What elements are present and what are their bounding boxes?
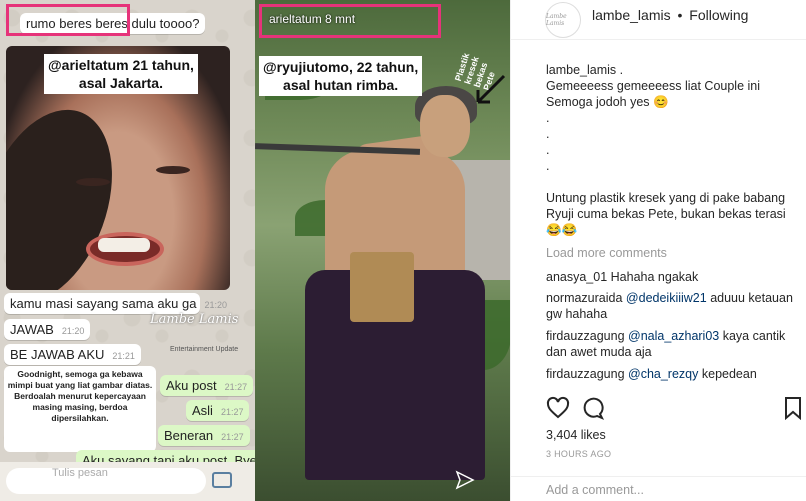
camera-icon [212, 472, 232, 488]
bookmark-icon[interactable] [782, 396, 804, 420]
comment: firdauzzagung @cha_rezqy kepedean [546, 366, 796, 382]
comment-user[interactable]: anasya_01 [546, 270, 607, 284]
bubble-text: Beneran [164, 428, 214, 443]
bubble-text: Asli [192, 403, 213, 418]
chat-screenshot: rumo beres beres dulu toooo? @arieltatum… [0, 0, 255, 501]
heart-icon[interactable] [546, 396, 570, 420]
add-comment-input[interactable] [546, 483, 786, 497]
comment-mention[interactable]: @dedeikiiiw21 [626, 291, 707, 305]
comment-text: kepedean [701, 367, 757, 381]
bubble-text: BE JAWAB AKU [10, 347, 105, 362]
bubble-text: kamu masi sayang sama aku ga [10, 296, 197, 311]
instagram-post-view: rumo beres beres dulu toooo? @arieltatum… [0, 0, 806, 501]
bubble-text: JAWAB [10, 322, 54, 337]
comment: normazuraida @dedeikiiiw21 aduuu ketauan… [546, 290, 796, 322]
chat-bubble: JAWAB 21:20 [4, 319, 91, 340]
caption-line: lambe_lamis . [546, 63, 624, 77]
caption-line [546, 174, 802, 190]
photo-caption-left: @arieltatum 21 tahun, asal Jakarta. [44, 54, 198, 94]
loincloth-shape [350, 252, 414, 322]
send-icon[interactable] [455, 470, 475, 490]
chat-bubble-out: Asli 21:27 [186, 400, 250, 421]
bubble-time: 21:20 [204, 300, 227, 310]
separator: • [677, 7, 683, 23]
head-shape [420, 95, 470, 157]
caption-line: . [546, 159, 550, 173]
caption-line: . [546, 111, 550, 125]
highlight-box-left [6, 4, 130, 36]
likes-count[interactable]: 3,404 likes [546, 428, 606, 442]
bubble-time: 21:20 [61, 326, 85, 336]
chat-bubble: BE JAWAB AKU 21:21 [4, 344, 141, 365]
add-comment-bar [511, 476, 806, 501]
caption-line: Semoga jodoh yes 😊 [546, 95, 669, 109]
caption-line: Gemeeeess gemeeeess liat Couple ini [546, 79, 761, 93]
caption-line: . [546, 127, 550, 141]
comment: firdauzzagung @nala_azhari03 kaya cantik… [546, 328, 796, 360]
caption-line: . [546, 143, 550, 157]
bubble-time: 21:21 [112, 351, 135, 361]
chat-input-bar: Tulis pesan [0, 462, 255, 501]
highlight-box-right [259, 4, 441, 38]
post-time[interactable]: 3 HOURS AGO [546, 449, 611, 459]
arrow-icon [476, 74, 506, 104]
teeth-shape [98, 238, 150, 252]
comment-text: Hahaha ngakak [610, 270, 699, 284]
avatar-text: Lambe Lamis [546, 13, 567, 27]
eye-shape [76, 178, 110, 186]
photo-caption-right: @ryujiutomo, 22 tahun, asal hutan rimba. [259, 56, 423, 96]
bubble-time: 21:27 [220, 407, 244, 417]
bubble-time: 21:27 [221, 432, 244, 442]
chat-bubble: kamu masi sayang sama aku ga 21:20 [4, 293, 227, 314]
action-bar [546, 396, 804, 422]
username-link[interactable]: lambe_lamis [592, 7, 671, 23]
comment-mention[interactable]: @cha_rezqy [628, 367, 698, 381]
bubble-time: 21:27 [224, 382, 248, 392]
following-button[interactable]: Following [689, 7, 748, 23]
comment-icon[interactable] [580, 396, 604, 420]
load-more-comments[interactable]: Load more comments [546, 246, 667, 260]
comment-user[interactable]: firdauzzagung [546, 329, 625, 343]
caption-line: Untung plastik kresek yang di pake baban… [546, 191, 790, 237]
header-user: lambe_lamis • Following [592, 7, 748, 23]
comment: anasya_01 Hahaha ngakak [546, 269, 796, 285]
post-side-panel: Lambe Lamis lambe_lamis • Following lamb… [510, 0, 806, 501]
bubble-text: Aku post [166, 378, 217, 393]
watermark: Lambe Lamis [150, 312, 239, 327]
watermark-sub: Entertainment Update [170, 346, 239, 353]
eye-shape [156, 166, 190, 174]
comment-user[interactable]: normazuraida [546, 291, 622, 305]
chat-bubble-out: Aku post 21:27 [160, 375, 254, 396]
avatar[interactable]: Lambe Lamis [545, 2, 581, 38]
post-caption: lambe_lamis . Gemeeeess gemeeeess liat C… [546, 62, 802, 238]
goodnight-note: Goodnight, semoga ga kebawa mimpi buat y… [4, 366, 156, 452]
post-header: Lambe Lamis lambe_lamis • Following [511, 0, 806, 40]
chat-bubble-out: Beneran 21:27 [158, 425, 250, 446]
comment-mention[interactable]: @nala_azhari03 [628, 329, 719, 343]
comment-user[interactable]: firdauzzagung [546, 367, 625, 381]
post-media[interactable]: rumo beres beres dulu toooo? @arieltatum… [0, 0, 510, 501]
message-placeholder: Tulis pesan [52, 467, 108, 479]
